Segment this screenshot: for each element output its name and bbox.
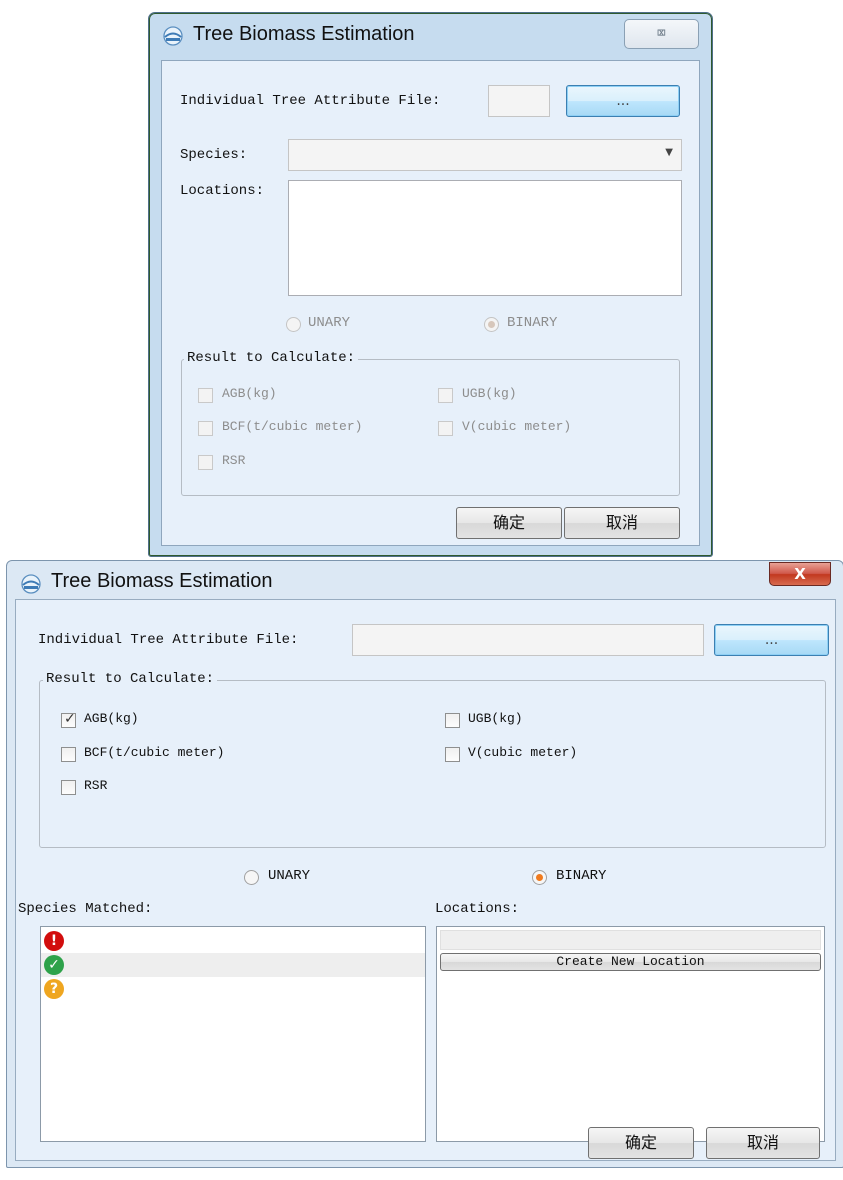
error-icon: !: [44, 931, 64, 951]
dialog-client-area: Individual Tree Attribute File: ... Spec…: [161, 60, 700, 546]
radio-binary-label: BINARY: [556, 868, 607, 884]
cancel-button-bottom[interactable]: 取消: [706, 1127, 820, 1159]
checkbox-volume[interactable]: [445, 747, 460, 762]
app-logo-icon: [163, 26, 183, 46]
radio-binary-label: BINARY: [507, 315, 558, 331]
window-title: Tree Biomass Estimation: [51, 570, 273, 592]
close-button[interactable]: X: [769, 562, 831, 586]
result-groupbox: Result to Calculate: AGB(kg) UGB(kg) BCF…: [181, 350, 680, 496]
app-logo-icon: [21, 574, 41, 594]
result-group-title: Result to Calculate:: [43, 671, 218, 687]
locations-label: Locations:: [435, 901, 520, 917]
species-matched-label: Species Matched:: [18, 901, 153, 917]
checkbox-bcf-label: BCF(t/cubic meter): [84, 745, 225, 760]
checkbox-agb[interactable]: [198, 388, 213, 403]
checkbox-rsr-label: RSR: [84, 778, 108, 793]
checkbox-volume-label: V(cubic meter): [468, 745, 578, 760]
dialog-tree-biomass-bottom: Tree Biomass Estimation X Individual Tre…: [6, 560, 843, 1168]
locations-list[interactable]: Create New Location: [436, 926, 825, 1142]
checkbox-ugb[interactable]: [438, 388, 453, 403]
checkbox-volume-label: V(cubic meter): [462, 419, 572, 434]
checkbox-ugb-label: UGB(kg): [462, 386, 517, 401]
ok-button[interactable]: 确定: [456, 507, 562, 539]
checkbox-ugb[interactable]: [445, 713, 460, 728]
window-title: Tree Biomass Estimation: [193, 23, 415, 45]
checkbox-rsr[interactable]: [61, 780, 76, 795]
checkbox-volume[interactable]: [438, 421, 453, 436]
dialog-client-area: Individual Tree Attribute File: ... Resu…: [15, 599, 836, 1161]
locations-list[interactable]: [288, 180, 682, 296]
cancel-button[interactable]: 取消: [564, 507, 680, 539]
result-group-title: Result to Calculate:: [184, 350, 359, 366]
checkbox-bcf[interactable]: [198, 421, 213, 436]
file-path-input[interactable]: [352, 624, 704, 656]
question-icon: ?: [44, 979, 64, 999]
list-item[interactable]: ✓: [41, 953, 425, 977]
checkbox-agb[interactable]: [61, 711, 76, 728]
radio-binary[interactable]: [532, 870, 547, 885]
checkbox-rsr[interactable]: [198, 455, 213, 470]
checkbox-rsr-label: RSR: [222, 453, 246, 468]
checkbox-bcf[interactable]: [61, 747, 76, 762]
radio-binary[interactable]: [484, 317, 499, 332]
check-icon: ✓: [44, 955, 64, 975]
checkbox-agb-label: AGB(kg): [84, 711, 139, 726]
radio-unary[interactable]: [244, 870, 259, 885]
checkbox-bcf-label: BCF(t/cubic meter): [222, 419, 363, 434]
species-dropdown[interactable]: ▼: [288, 139, 682, 171]
species-label: Species:: [180, 147, 248, 163]
file-label: Individual Tree Attribute File:: [38, 632, 299, 648]
file-label: Individual Tree Attribute File:: [180, 93, 441, 109]
locations-label: Locations:: [180, 183, 265, 199]
list-item[interactable]: ?: [41, 977, 425, 1001]
radio-unary-label: UNARY: [268, 868, 311, 884]
list-item[interactable]: !: [41, 929, 425, 953]
checkbox-agb-label: AGB(kg): [222, 386, 277, 401]
create-new-location-button[interactable]: Create New Location: [440, 953, 821, 971]
result-groupbox: Result to Calculate: AGB(kg) UGB(kg) BCF…: [39, 671, 826, 848]
close-button[interactable]: ⌧: [624, 19, 699, 49]
location-input[interactable]: [440, 930, 821, 950]
ok-button-bottom[interactable]: 确定: [588, 1127, 694, 1159]
browse-button[interactable]: ...: [566, 85, 680, 117]
title-bar: Tree Biomass Estimation ⌧: [149, 13, 712, 59]
chevron-down-icon: ▼: [665, 147, 673, 158]
browse-button[interactable]: ...: [714, 624, 829, 656]
dialog-tree-biomass-top: Tree Biomass Estimation ⌧ Individual Tre…: [148, 12, 713, 557]
species-matched-list[interactable]: ! ✓ ?: [40, 926, 426, 1142]
file-path-input[interactable]: [488, 85, 550, 117]
radio-unary-label: UNARY: [308, 315, 351, 331]
radio-unary[interactable]: [286, 317, 301, 332]
checkbox-ugb-label: UGB(kg): [468, 711, 523, 726]
